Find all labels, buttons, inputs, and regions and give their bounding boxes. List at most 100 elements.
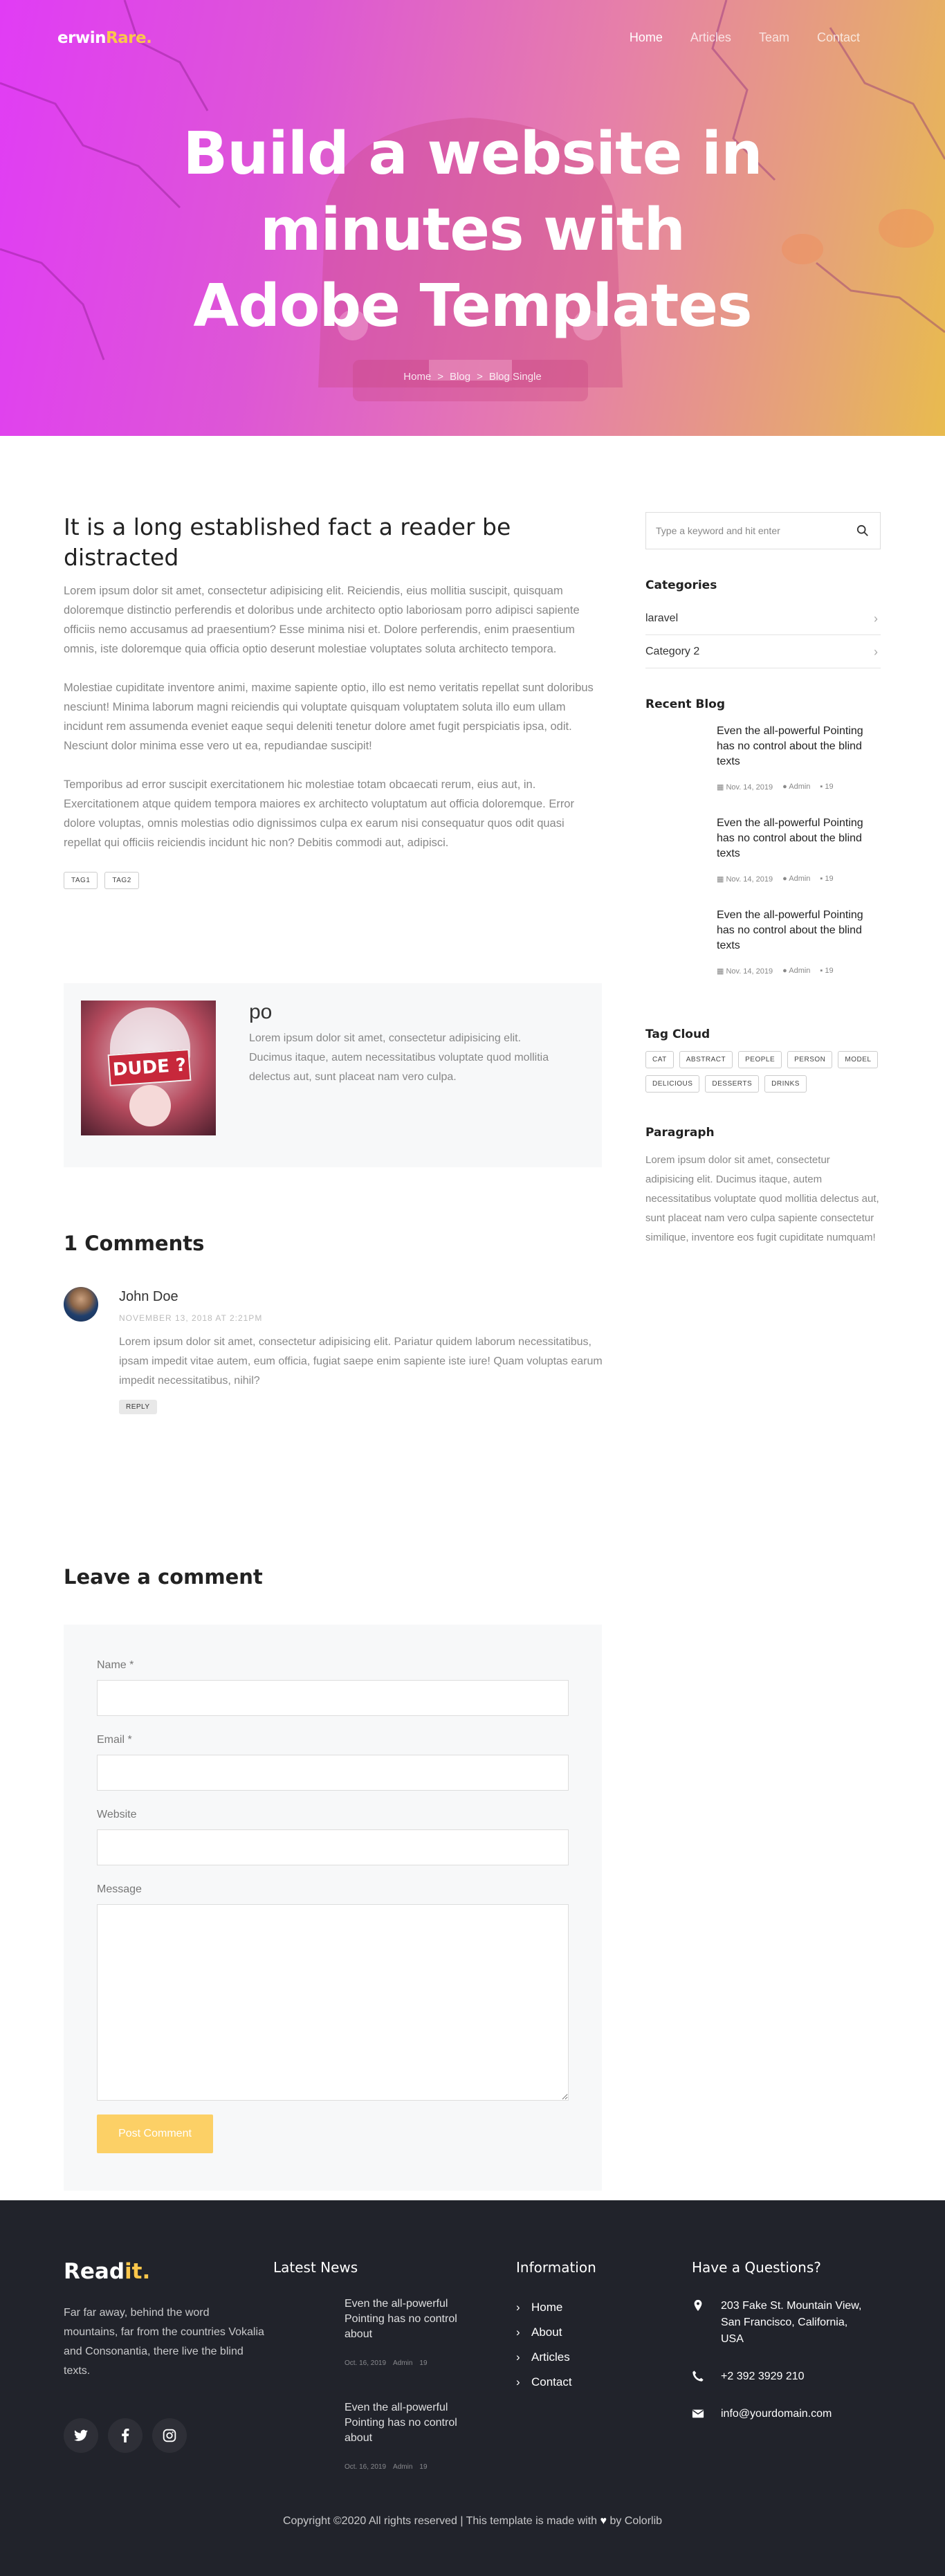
chevron-right-icon: › — [516, 2350, 520, 2364]
post-date: Nov. 14, 2019 — [726, 967, 773, 976]
brand-logo[interactable]: erwinRare. — [57, 29, 152, 47]
hero-title-line1: Build a website in — [183, 120, 762, 188]
information-links: › Home › About › Articles › Contact — [516, 2301, 596, 2400]
recent-blog-thumbnail[interactable] — [645, 908, 701, 963]
tag-link[interactable]: TAG2 — [104, 872, 139, 889]
search-icon[interactable] — [856, 524, 869, 537]
facebook-icon[interactable] — [108, 2418, 143, 2453]
email-field[interactable] — [97, 1755, 569, 1791]
reply-button[interactable]: REPLY — [119, 1400, 157, 1414]
footer-email[interactable]: info@yourdomain.com — [692, 2406, 872, 2422]
news-meta: Oct. 16, 2019 Admin 19 — [345, 2463, 428, 2471]
tag-cloud-item[interactable]: ABSTRACT — [679, 1051, 733, 1068]
tag-cloud-item[interactable]: DELICIOUS — [645, 1075, 700, 1093]
social-links — [64, 2418, 264, 2453]
search-input[interactable] — [646, 513, 854, 549]
post-author: Admin — [789, 875, 811, 883]
breadcrumb-separator: > — [437, 371, 444, 383]
hero-title-line3: Adobe Templates — [193, 272, 752, 340]
phone-text: +2 392 3929 210 — [721, 2371, 805, 2382]
author-bio: Lorem ipsum dolor sit amet, consectetur … — [249, 1032, 549, 1083]
information-title: Information — [516, 2259, 596, 2276]
post-date: Nov. 14, 2019 — [726, 875, 773, 884]
footer: Readit. Far far away, behind the word mo… — [0, 2200, 945, 2576]
post-comment-button[interactable]: Post Comment — [97, 2114, 213, 2153]
categories-list: laravel › Category 2 › — [645, 602, 881, 668]
news-item[interactable]: Even the all-powerful Pointing has no co… — [273, 2296, 481, 2379]
tag-cloud-item[interactable]: DESSERTS — [705, 1075, 760, 1093]
recent-blog-item[interactable]: Even the all-powerful Pointing has no co… — [645, 908, 881, 1000]
comment-author: John Doe — [119, 1289, 178, 1304]
main-content: It is a long established fact a reader b… — [0, 436, 945, 2200]
recent-blog-item[interactable]: Even the all-powerful Pointing has no co… — [645, 816, 881, 908]
comment-icon: ▪ 19 — [820, 967, 834, 975]
footer-link-articles[interactable]: › Articles — [516, 2350, 596, 2375]
footer-information: Information › Home › About › Articles › Cont… — [516, 2259, 596, 2400]
recent-blog-link[interactable]: Even the all-powerful Pointing has no co… — [717, 816, 881, 861]
breadcrumb-separator: > — [477, 371, 483, 383]
categories-title: Categories — [645, 578, 717, 592]
footer-link-home[interactable]: › Home — [516, 2301, 596, 2326]
chevron-right-icon: › — [516, 2301, 520, 2314]
website-field[interactable] — [97, 1829, 569, 1865]
name-field[interactable] — [97, 1680, 569, 1716]
copyright-credit[interactable]: by Colorlib — [609, 2515, 662, 2527]
nav-articles[interactable]: Articles — [690, 30, 731, 45]
sidebar: Categories laravel › Category 2 › Recent B… — [645, 512, 881, 1248]
footer-logo[interactable]: Readit. — [64, 2259, 264, 2284]
brand-dot: . — [146, 29, 152, 47]
hero-section: erwinRare. Home Articles Team Contact Bu… — [0, 0, 945, 436]
nav-home[interactable]: Home — [630, 30, 663, 45]
heart-icon: ♥ — [600, 2515, 607, 2527]
post-date: Nov. 14, 2019 — [726, 783, 773, 792]
footer-logo-dot: . — [142, 2259, 151, 2284]
comment-text: Lorem ipsum dolor sit amet, consectetur … — [119, 1336, 603, 1387]
tag-cloud-item[interactable]: CAT — [645, 1051, 674, 1068]
user-icon: ● Admin — [782, 967, 811, 975]
email-text: info@yourdomain.com — [721, 2408, 832, 2420]
footer-link-contact[interactable]: › Contact — [516, 2375, 596, 2400]
envelope-icon — [692, 2409, 704, 2418]
footer-contact: Have a Questions? 203 Fake St. Mountain … — [692, 2259, 872, 2422]
news-date: Oct. 16, 2019 — [345, 2359, 387, 2367]
categories-widget: Categories laravel › Category 2 › — [645, 578, 881, 668]
tag-cloud-item[interactable]: DRINKS — [764, 1075, 807, 1093]
chevron-right-icon: › — [874, 645, 878, 659]
tag-cloud-item[interactable]: PERSON — [787, 1051, 833, 1068]
nav-team[interactable]: Team — [759, 30, 789, 45]
news-item[interactable]: Even the all-powerful Pointing has no co… — [273, 2400, 481, 2483]
comment-form: Name * Email * Website Message Post Comm… — [64, 1625, 602, 2191]
recent-blog-thumbnail[interactable] — [645, 816, 701, 871]
twitter-icon[interactable] — [64, 2418, 98, 2453]
category-item[interactable]: Category 2 › — [645, 635, 881, 668]
website-label: Website — [97, 1809, 137, 1820]
breadcrumb-home[interactable]: Home — [403, 371, 431, 383]
leave-comment-title: Leave a comment — [64, 1565, 263, 1589]
search-box — [645, 512, 881, 549]
tag-cloud-item[interactable]: PEOPLE — [738, 1051, 782, 1068]
calendar-icon: ▦ Nov. 14, 2019 — [717, 783, 773, 792]
nav-links: Home Articles Team Contact — [630, 30, 860, 45]
author-image-sign: DUDE ? — [107, 1048, 192, 1087]
category-item[interactable]: laravel › — [645, 602, 881, 635]
tag-cloud-item[interactable]: MODEL — [838, 1051, 879, 1068]
tag-cloud: CAT ABSTRACT PEOPLE PERSON MODEL DELICIO… — [645, 1051, 881, 1093]
news-link[interactable]: Even the all-powerful Pointing has no co… — [345, 2400, 469, 2446]
footer-link-about[interactable]: › About — [516, 2326, 596, 2350]
news-comments: 19 — [419, 2463, 428, 2471]
latest-news-title: Latest News — [273, 2259, 358, 2276]
recent-blog-thumbnail[interactable] — [645, 724, 701, 779]
nav-contact[interactable]: Contact — [817, 30, 860, 45]
recent-blog-item[interactable]: Even the all-powerful Pointing has no co… — [645, 724, 881, 816]
paragraph-title: Paragraph — [645, 1126, 715, 1140]
news-link[interactable]: Even the all-powerful Pointing has no co… — [345, 2296, 469, 2342]
instagram-icon[interactable] — [152, 2418, 187, 2453]
footer-latest-news: Latest News Even the all-powerful Pointi… — [273, 2259, 481, 2483]
recent-blog-link[interactable]: Even the all-powerful Pointing has no co… — [717, 908, 881, 953]
breadcrumb-blog[interactable]: Blog — [450, 371, 470, 383]
news-meta: Oct. 16, 2019 Admin 19 — [345, 2359, 428, 2367]
recent-blog-link[interactable]: Even the all-powerful Pointing has no co… — [717, 724, 881, 769]
message-field[interactable] — [97, 1904, 569, 2101]
footer-phone[interactable]: +2 392 3929 210 — [692, 2368, 872, 2385]
tag-link[interactable]: TAG1 — [64, 872, 98, 889]
